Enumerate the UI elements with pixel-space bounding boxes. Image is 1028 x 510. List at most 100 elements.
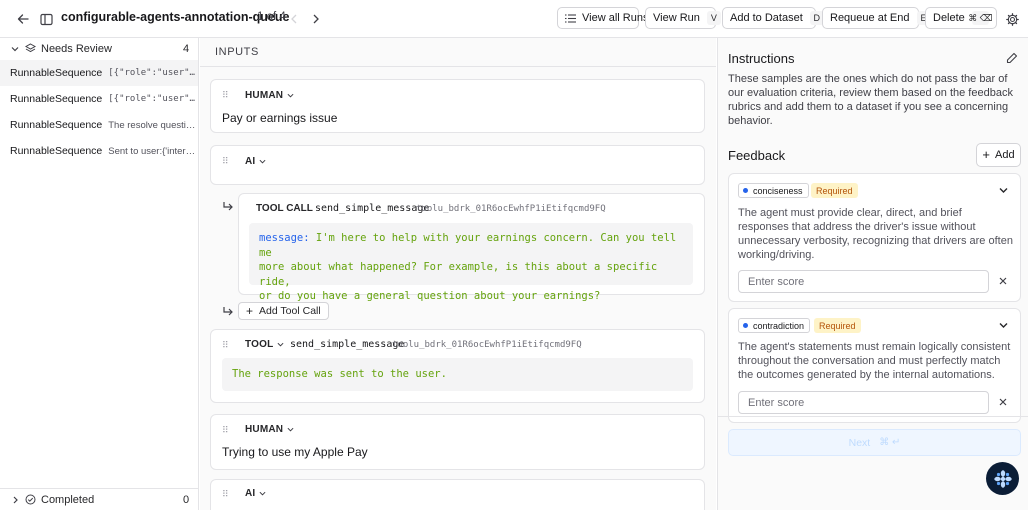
chevron-down-icon — [259, 159, 266, 164]
message-card-ai: ⠿ AI — [210, 479, 705, 510]
reply-arrow-icon — [223, 307, 233, 316]
score-input[interactable]: Enter score — [738, 270, 989, 293]
next-label: Next — [848, 436, 871, 449]
feedback-key-tag: conciseness — [738, 183, 809, 198]
add-tool-call-button[interactable]: + Add Tool Call — [238, 302, 329, 320]
role-select[interactable]: HUMAN — [245, 424, 294, 435]
add-feedback-button[interactable]: + Add — [976, 143, 1021, 167]
tool-call-id: toolu_bdrk_01R6ocEwhfP1iEtifqcmd9FQ — [416, 204, 606, 214]
feedback-description: The agent must provide clear, direct, an… — [738, 207, 1013, 261]
previous-chevron-icon[interactable] — [286, 11, 302, 27]
feedback-card: contradiction Required The agent's state… — [728, 308, 1021, 423]
required-badge: Required — [814, 318, 861, 333]
view-run-shortcut: V — [706, 11, 721, 25]
drag-handle-icon[interactable]: ⠿ — [222, 489, 230, 499]
top-bar: configurable-agents-annotation-queue 1 o… — [0, 0, 1028, 38]
feedback-key: conciseness — [753, 185, 803, 196]
args-line: more about what happened? For example, i… — [259, 261, 658, 288]
queue-item-name: RunnableSequence — [10, 119, 103, 131]
delete-button[interactable]: Delete ⌘ ⌫ — [925, 7, 997, 29]
sidebar-toggle-icon[interactable] — [38, 11, 54, 27]
completed-count: 0 — [183, 494, 190, 506]
back-arrow-icon[interactable] — [15, 11, 31, 27]
tool-call-card: TOOL CALL send_simple_message toolu_bdrk… — [238, 193, 705, 302]
message-text[interactable]: Trying to use my Apple Pay — [222, 445, 368, 459]
tool-name: send_simple_message — [290, 339, 405, 350]
inputs-header: INPUTS — [200, 38, 716, 67]
score-input[interactable]: Enter score — [738, 391, 989, 414]
list-icon — [565, 13, 576, 23]
queue-item-name: RunnableSequence — [10, 93, 103, 105]
next-shortcut: ⌘ ↵ — [879, 437, 901, 448]
role-label: TOOL — [245, 339, 274, 350]
tool-output[interactable]: The response was sent to the user. — [222, 358, 693, 391]
args-key: message: — [259, 232, 310, 244]
drag-handle-icon[interactable]: ⠿ — [222, 340, 230, 350]
next-button[interactable]: Next ⌘ ↵ — [728, 429, 1021, 456]
queue-item[interactable]: RunnableSequence Sent to user:{'intera..… — [0, 138, 198, 164]
completed-section[interactable]: Completed 0 — [0, 488, 199, 510]
close-icon[interactable] — [999, 398, 1007, 406]
needs-review-count: 4 — [183, 43, 190, 55]
args-line: I'm here to help with your earnings conc… — [259, 232, 677, 259]
next-chevron-icon[interactable] — [308, 11, 324, 27]
requeue-at-end-button[interactable]: Requeue at End E — [822, 7, 931, 29]
reply-arrow-icon — [223, 202, 233, 211]
queue-sidebar: Needs Review 4 RunnableSequence [{"role"… — [0, 38, 199, 510]
chevron-down-icon — [259, 491, 266, 496]
edit-pencil-icon[interactable] — [1006, 52, 1018, 64]
role-label: HUMAN — [245, 424, 284, 435]
chevron-down-icon[interactable] — [999, 322, 1008, 329]
delete-label: Delete — [933, 12, 965, 24]
delete-shortcut: ⌘ ⌫ — [968, 11, 993, 25]
tool-call-name: send_simple_message — [315, 203, 430, 214]
queue-item-name: RunnableSequence — [10, 145, 103, 157]
needs-review-section[interactable]: Needs Review 4 — [0, 38, 198, 60]
tool-id: toolu_bdrk_01R6ocEwhfP1iEtifqcmd9FQ — [392, 340, 582, 350]
chevron-down-icon — [287, 93, 294, 98]
completed-label: Completed — [41, 494, 95, 506]
chevron-down-icon — [11, 45, 19, 53]
queue-item[interactable]: RunnableSequence [{"role":"user","id":".… — [0, 86, 198, 112]
queue-item-preview: [{"role":"user","id":"... — [108, 94, 198, 104]
drag-handle-icon[interactable]: ⠿ — [222, 90, 230, 100]
queue-item-preview: Sent to user:{'intera... — [108, 145, 198, 157]
feedback-key-tag: contradiction — [738, 318, 811, 333]
chevron-down-icon — [287, 427, 294, 432]
chevron-right-icon — [12, 496, 19, 504]
chevron-down-icon[interactable] — [999, 187, 1008, 194]
add-tool-call-label: Add Tool Call — [259, 305, 321, 317]
message-card-tool: ⠿ TOOL send_simple_message toolu_bdrk_01… — [210, 329, 705, 403]
settings-gear-icon[interactable] — [1004, 11, 1020, 27]
role-label: AI — [245, 488, 256, 499]
add-to-dataset-button[interactable]: Add to Dataset D — [722, 7, 824, 29]
drag-handle-icon[interactable]: ⠿ — [222, 156, 230, 166]
role-select[interactable]: HUMAN — [245, 90, 294, 101]
view-run-button[interactable]: View Run V — [645, 7, 721, 29]
chevron-down-icon — [277, 342, 284, 347]
role-label: AI — [245, 156, 256, 167]
queue-item[interactable]: RunnableSequence [{"role":"user","id":".… — [0, 60, 198, 86]
add-feedback-label: Add — [995, 149, 1015, 161]
close-icon[interactable] — [999, 277, 1007, 285]
plus-icon: + — [246, 304, 254, 318]
layers-icon — [25, 43, 36, 54]
role-select[interactable]: AI — [245, 488, 266, 499]
score-placeholder: Enter score — [748, 397, 805, 409]
drag-handle-icon[interactable]: ⠿ — [222, 425, 230, 435]
instructions-text: These samples are the ones which do not … — [728, 73, 1013, 127]
message-card-human: ⠿ HUMAN Pay or earnings issue — [210, 79, 705, 133]
assistant-launcher-button[interactable] — [986, 462, 1019, 495]
view-all-runs-button[interactable]: View all Runs — [557, 7, 648, 29]
add-to-dataset-label: Add to Dataset — [730, 12, 803, 24]
role-select[interactable]: AI — [245, 156, 266, 167]
feedback-title: Feedback — [728, 148, 786, 163]
instructions-title: Instructions — [728, 51, 795, 66]
queue-item[interactable]: RunnableSequence The resolve questio... — [0, 112, 198, 138]
tool-call-args[interactable]: message: I'm here to help with your earn… — [249, 223, 693, 302]
requeue-label: Requeue at End — [830, 12, 910, 24]
message-text[interactable]: Pay or earnings issue — [222, 111, 337, 125]
message-card-human: ⠿ HUMAN Trying to use my Apple Pay — [210, 414, 705, 470]
key-dot-icon — [743, 188, 748, 193]
role-select[interactable]: TOOL — [245, 339, 284, 350]
